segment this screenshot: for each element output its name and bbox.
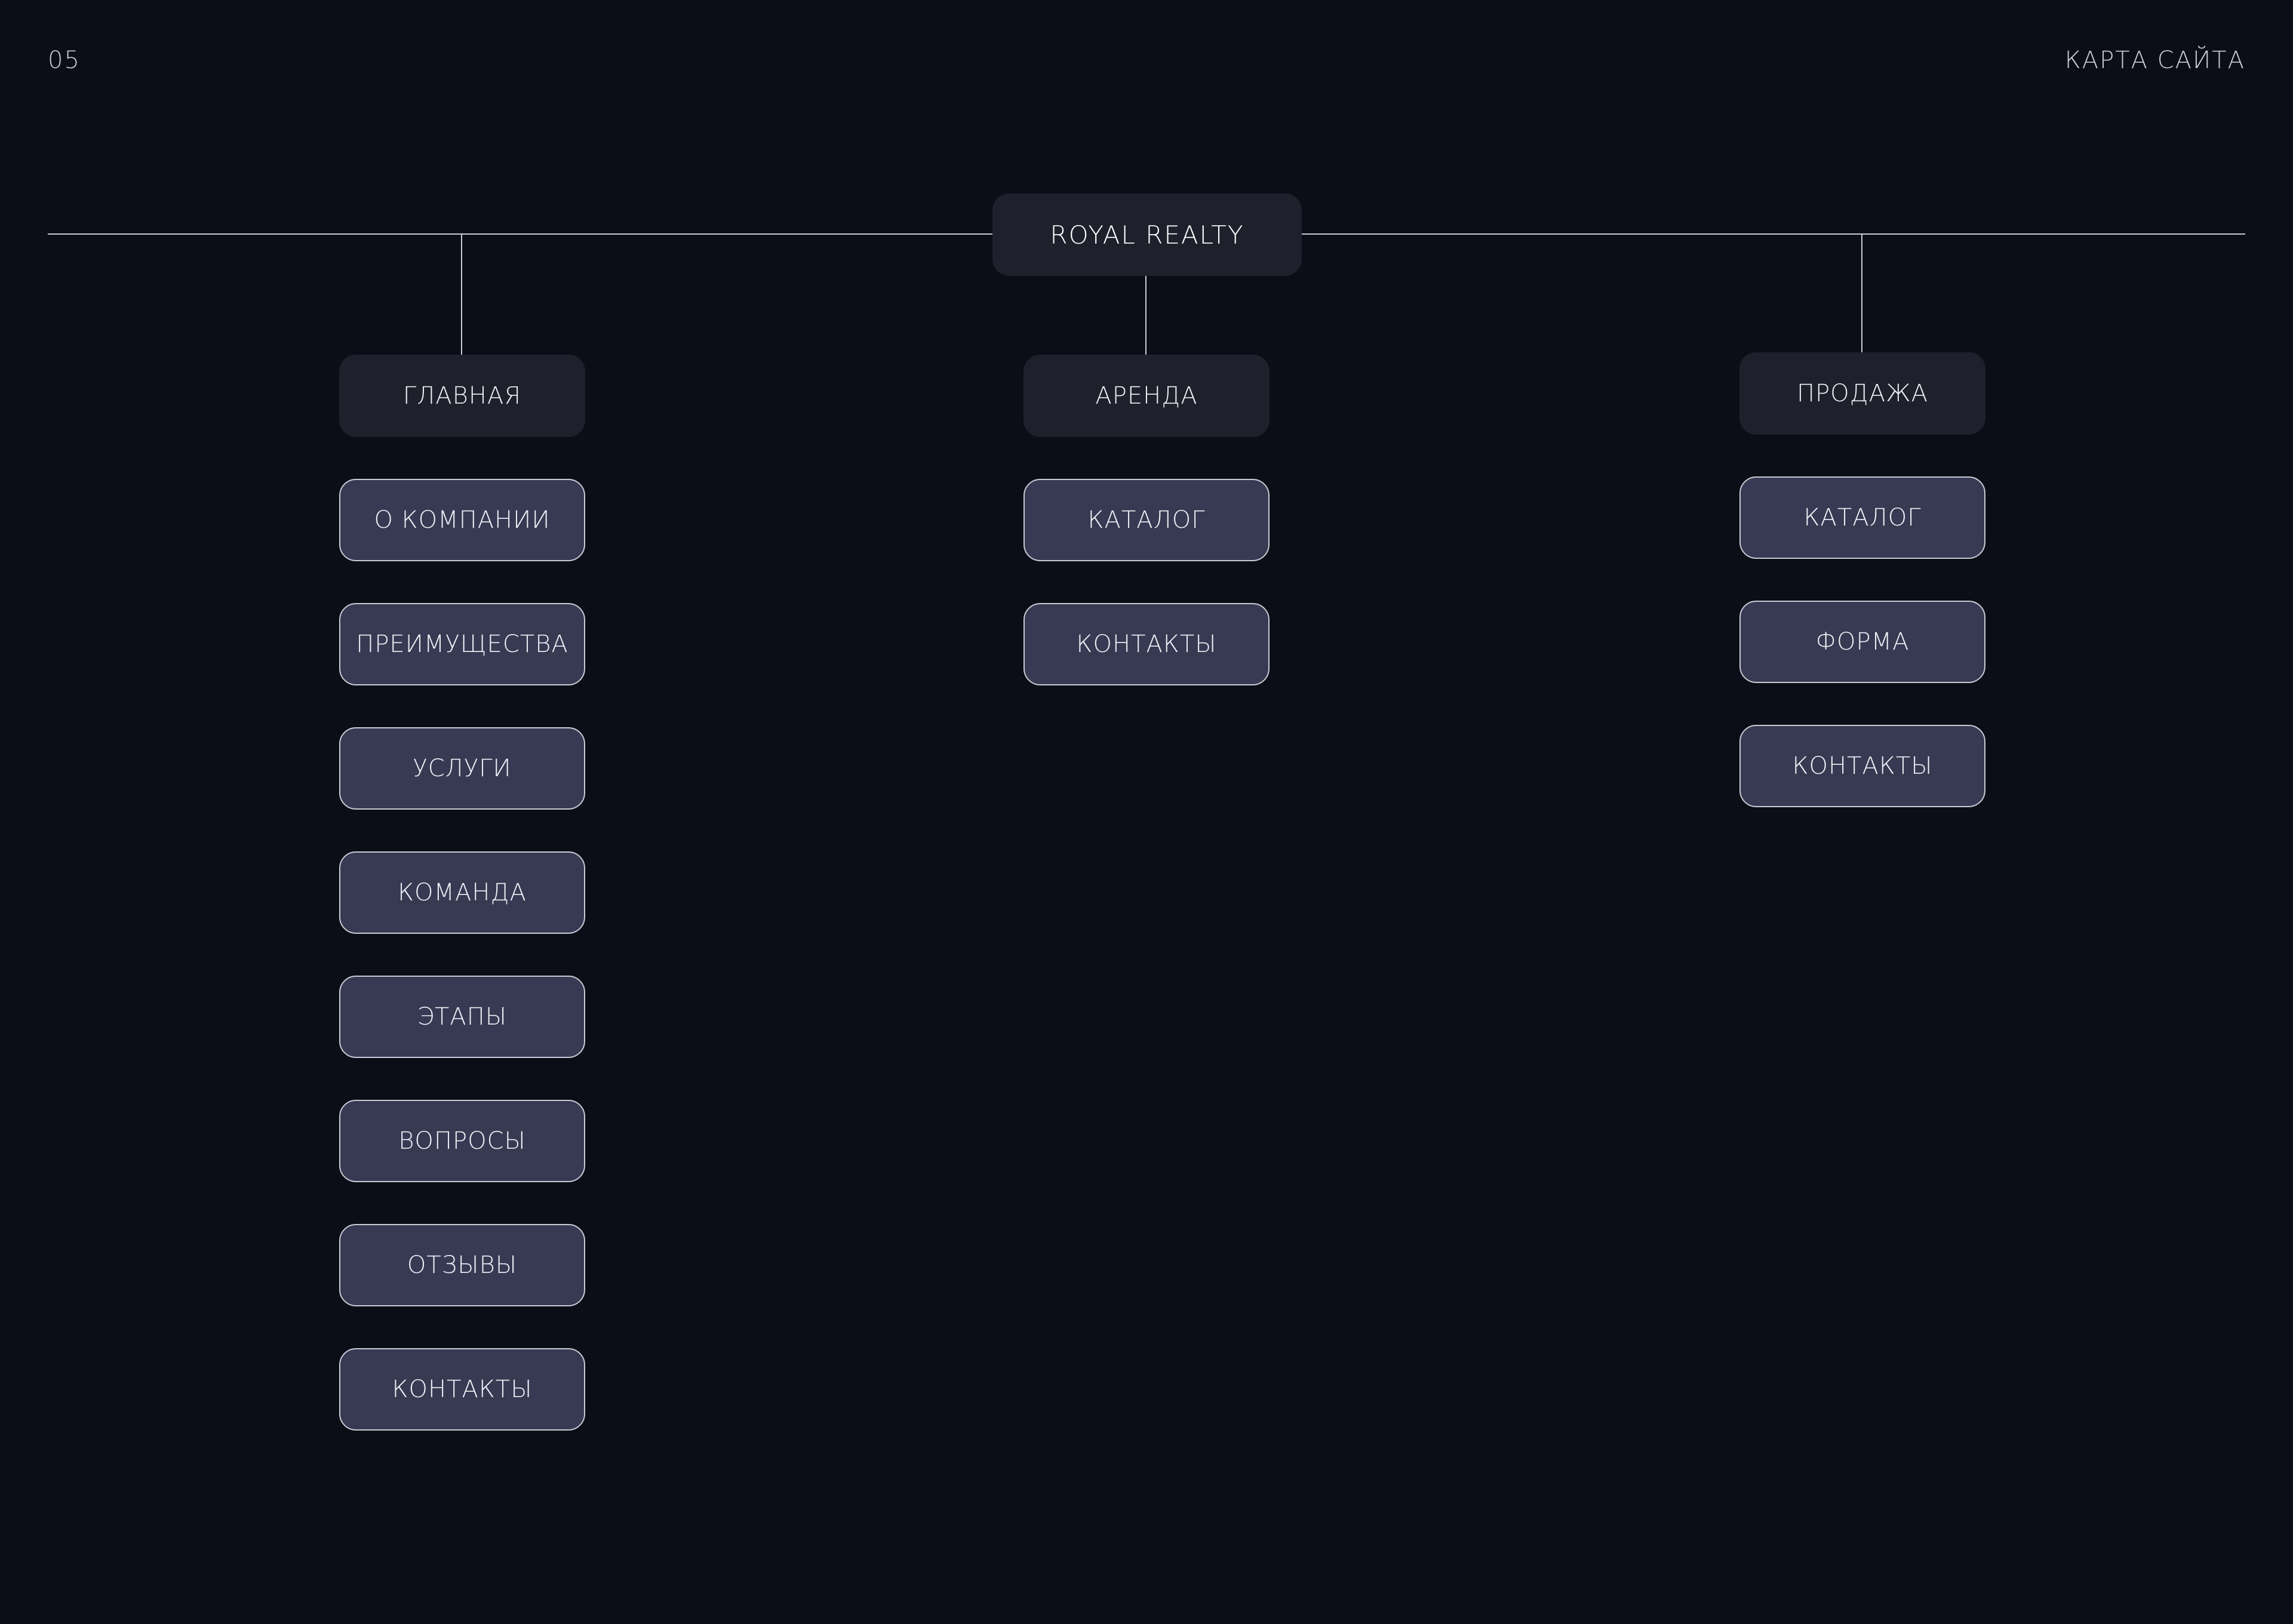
- page-preimushchestva: ПРЕИМУЩЕСТВА: [339, 603, 585, 685]
- page-kontakty-arenda: КОНТАКТЫ: [1023, 603, 1270, 685]
- page-kontakty-prodazha: КОНТАКТЫ: [1739, 725, 1985, 807]
- page-kontakty-glavnaya: КОНТАКТЫ: [339, 1348, 585, 1431]
- page-voprosy: ВОПРОСЫ: [339, 1100, 585, 1182]
- connector-arenda: [1145, 276, 1146, 355]
- connector-prodazha: [1861, 234, 1862, 352]
- root-node: ROYAL REALTY: [992, 193, 1302, 276]
- page-komanda: КОМАНДА: [339, 851, 585, 934]
- section-glavnaya: ГЛАВНАЯ: [339, 355, 585, 437]
- page-o-kompanii: О КОМПАНИИ: [339, 479, 585, 561]
- page-otzyvy: ОТЗЫВЫ: [339, 1224, 585, 1306]
- connector-glavnaya: [461, 234, 462, 355]
- page-forma: ФОРМА: [1739, 601, 1985, 683]
- page-uslugi: УСЛУГИ: [339, 727, 585, 810]
- page-etapy: ЭТАПЫ: [339, 976, 585, 1058]
- section-arenda: АРЕНДА: [1023, 355, 1270, 437]
- page-number: 05: [48, 47, 81, 74]
- page-title: КАРТА САЙТА: [2064, 47, 2245, 74]
- page-katalog-arenda: КАТАЛОГ: [1023, 479, 1270, 561]
- section-prodazha: ПРОДАЖА: [1739, 352, 1985, 435]
- page-katalog-prodazha: КАТАЛОГ: [1739, 476, 1985, 559]
